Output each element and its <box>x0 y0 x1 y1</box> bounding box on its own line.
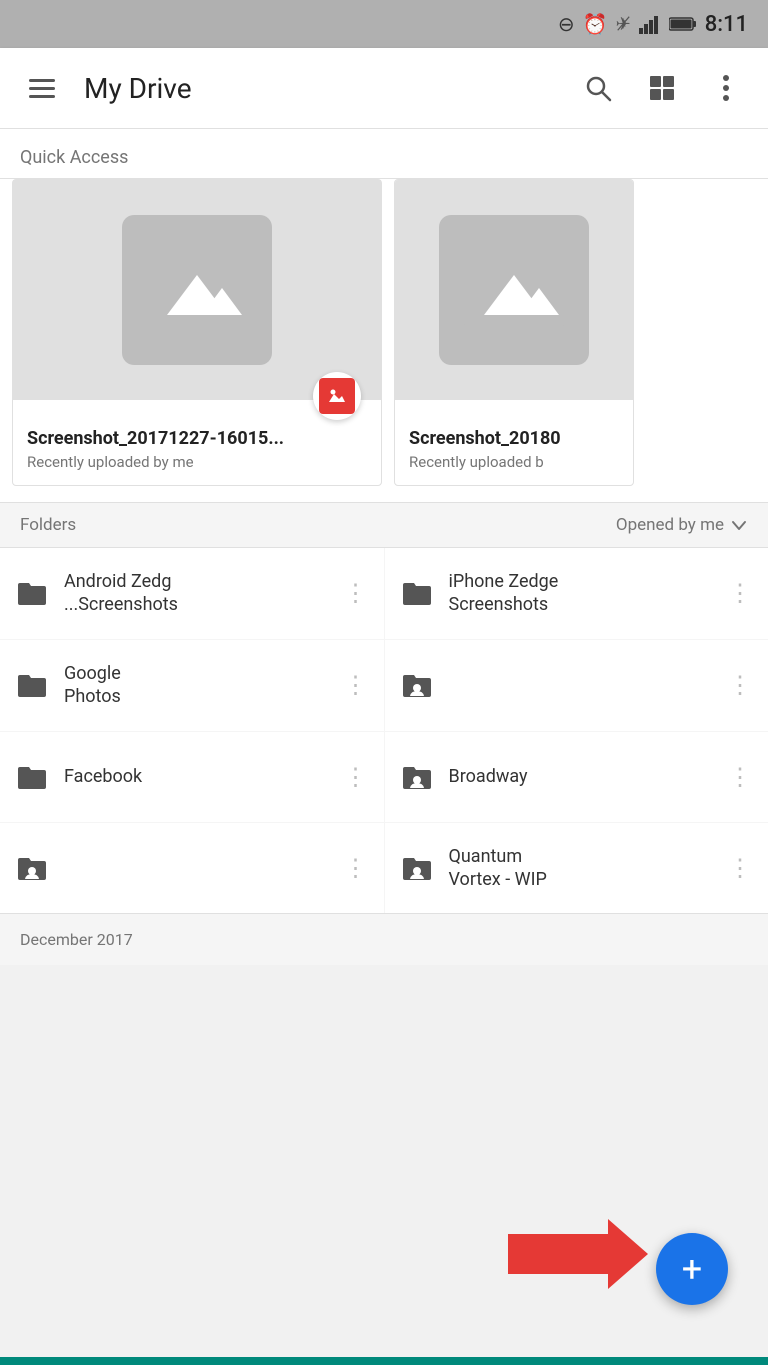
red-arrow <box>508 1219 648 1293</box>
quick-access-label: Quick Access <box>0 129 768 178</box>
bottom-bar <box>0 1357 768 1365</box>
quick-access-area: Quick Access <box>0 129 768 502</box>
search-button[interactable] <box>576 66 620 110</box>
sort-label: Opened by me <box>616 515 724 535</box>
folder-item-facebook[interactable]: Facebook ⋮ <box>0 732 384 822</box>
grid-view-icon <box>648 74 676 102</box>
folder-name-quantum-vortex: QuantumVortex - WIP <box>449 845 713 892</box>
folder-more-shared-1[interactable]: ⋮ <box>728 671 752 699</box>
folder-name-google-photos: GooglePhotos <box>64 662 328 709</box>
card-name-2: Screenshot_20180 <box>409 428 619 449</box>
card-thumb-inner-2 <box>439 215 589 365</box>
folders-header: Folders Opened by me <box>0 502 768 548</box>
folder-item-shared-1[interactable]: ⋮ <box>385 640 768 731</box>
folder-more-shared-2[interactable]: ⋮ <box>344 854 368 882</box>
signal-icon <box>639 14 661 34</box>
folder-item-shared-2[interactable]: ⋮ <box>0 823 384 914</box>
airplane-off-icon: ✈̸ <box>616 14 631 35</box>
quick-access-card-1[interactable]: Screenshot_20171227-16015... Recently up… <box>12 179 382 486</box>
date-label: December 2017 <box>0 913 768 965</box>
hamburger-icon <box>29 79 55 98</box>
folder-name-facebook: Facebook <box>64 765 328 788</box>
folder-name-broadway: Broadway <box>449 765 713 788</box>
menu-button[interactable] <box>20 66 64 110</box>
folder-more-broadway[interactable]: ⋮ <box>728 763 752 791</box>
shared-folder-icon-2 <box>16 852 48 884</box>
image-file-icon-1 <box>326 385 348 407</box>
folders-label: Folders <box>20 515 616 535</box>
folder-item-broadway[interactable]: Broadway ⋮ <box>385 732 768 822</box>
app-bar: My Drive <box>0 48 768 128</box>
folder-item-android-zedg[interactable]: Android Zedg...Screenshots ⋮ <box>0 548 384 639</box>
card-info-2: Screenshot_20180 Recently uploaded b <box>395 400 633 485</box>
shared-folder-icon-quantum <box>401 852 433 884</box>
grid-view-button[interactable] <box>640 66 684 110</box>
card-badge-inner-1 <box>319 378 355 414</box>
folder-more-quantum-vortex[interactable]: ⋮ <box>728 854 752 882</box>
fab-button[interactable]: + <box>656 1233 728 1305</box>
image-placeholder-icon-1 <box>147 250 247 330</box>
folder-name-android-zedg: Android Zedg...Screenshots <box>64 570 328 617</box>
folder-item-google-photos[interactable]: GooglePhotos ⋮ <box>0 640 384 731</box>
more-vert-icon <box>722 74 730 102</box>
folder-more-facebook[interactable]: ⋮ <box>344 763 368 791</box>
shared-folder-icon-broadway <box>401 761 433 793</box>
folder-more-google-photos[interactable]: ⋮ <box>344 671 368 699</box>
folder-icon-google-photos <box>16 669 48 701</box>
folder-more-iphone-zedge[interactable]: ⋮ <box>728 579 752 607</box>
search-icon <box>584 74 612 102</box>
plus-icon: + <box>682 1251 702 1287</box>
more-options-button[interactable] <box>704 66 748 110</box>
card-thumb-2 <box>395 180 633 400</box>
status-time: 8:11 <box>705 12 748 37</box>
folder-icon-facebook <box>16 761 48 793</box>
folder-icon-android-zedg <box>16 577 48 609</box>
folders-grid: Android Zedg...Screenshots ⋮ iPhone Zedg… <box>0 548 768 913</box>
folder-item-iphone-zedge[interactable]: iPhone ZedgeScreenshots ⋮ <box>385 548 768 639</box>
card-sub-2: Recently uploaded b <box>409 453 619 471</box>
cards-row: Screenshot_20171227-16015... Recently up… <box>0 179 768 486</box>
sort-button[interactable]: Opened by me <box>616 515 748 535</box>
card-name-1: Screenshot_20171227-16015... <box>27 428 367 449</box>
battery-icon <box>669 16 697 32</box>
page-title: My Drive <box>84 72 556 105</box>
card-badge-1 <box>313 372 361 420</box>
quick-access-card-2[interactable]: Screenshot_20180 Recently uploaded b <box>394 179 634 486</box>
image-placeholder-icon-2 <box>464 250 564 330</box>
shared-folder-icon-1 <box>401 669 433 701</box>
folder-icon-iphone-zedge <box>401 577 433 609</box>
status-icons: ⊖ ⏰ ✈̸ 8:11 <box>558 12 748 37</box>
arrow-down-icon <box>730 516 748 534</box>
folder-name-iphone-zedge: iPhone ZedgeScreenshots <box>449 570 713 617</box>
dnd-icon: ⊖ <box>558 12 575 36</box>
folder-more-android-zedg[interactable]: ⋮ <box>344 579 368 607</box>
card-sub-1: Recently uploaded by me <box>27 453 367 471</box>
status-bar: ⊖ ⏰ ✈̸ 8:11 <box>0 0 768 48</box>
alarm-icon: ⏰ <box>583 12 608 36</box>
folder-item-quantum-vortex[interactable]: QuantumVortex - WIP ⋮ <box>385 823 768 914</box>
card-thumb-inner-1 <box>122 215 272 365</box>
card-thumb-1 <box>13 180 381 400</box>
